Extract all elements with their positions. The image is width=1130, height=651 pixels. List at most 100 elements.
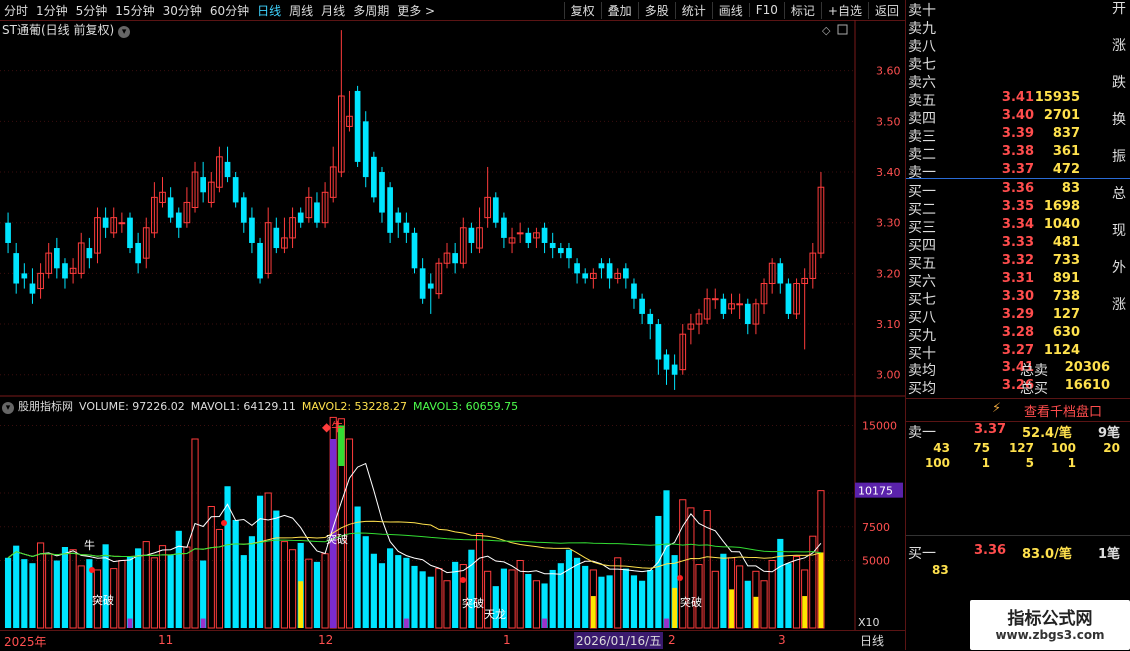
- orderbook-row[interactable]: 卖三 3.39 837: [908, 126, 1128, 145]
- orderbook-row[interactable]: 买五 3.32 733: [908, 253, 1128, 272]
- date-label: 12: [318, 633, 334, 647]
- period-3[interactable]: 15分钟: [111, 2, 158, 19]
- candle-body: [516, 232, 524, 235]
- period-5[interactable]: 60分钟: [206, 2, 253, 19]
- volume-bar: [21, 559, 28, 628]
- ob-volume: 2701: [1043, 108, 1080, 123]
- date-label: 3: [778, 633, 786, 647]
- toolbar-button-4[interactable]: 画线: [711, 1, 749, 19]
- orderbook-row[interactable]: 卖五 3.41 15935: [908, 90, 1128, 109]
- ob-volume: 738: [1052, 289, 1080, 304]
- candle-body: [249, 217, 255, 243]
- candle-body: [387, 187, 393, 233]
- candle-body: [777, 263, 784, 284]
- period-6[interactable]: 日线: [253, 2, 285, 19]
- ask-avg-row: 卖均 3.41 总卖 20306: [908, 360, 1110, 379]
- toolbar-button-5[interactable]: F10: [748, 3, 784, 17]
- signal-bar: [590, 596, 596, 628]
- kline-chart[interactable]: 3.603.503.403.303.203.103.00150001000075…: [0, 20, 905, 630]
- ob-label: 买一: [908, 184, 936, 200]
- orderbook-row[interactable]: 卖四 3.40 2701: [908, 108, 1128, 127]
- last-value-label: 10175: [858, 485, 893, 498]
- main-title: ST通葡(日线 前复权) ▾: [2, 21, 131, 38]
- period-4[interactable]: 30分钟: [159, 2, 206, 19]
- volume-bar: [53, 560, 60, 628]
- signal-bar: [664, 618, 669, 628]
- orderbook-row[interactable]: 买八 3.29 127: [908, 307, 1128, 326]
- ob-price: 3.32: [1001, 253, 1034, 268]
- orderbook-row[interactable]: 买九 3.28 630: [908, 325, 1128, 344]
- orderbook-row[interactable]: 买十 3.27 1124: [908, 343, 1128, 362]
- volume-bar: [273, 510, 280, 628]
- chevron-down-icon[interactable]: ▾: [118, 26, 131, 38]
- period-label: 日线: [860, 634, 885, 648]
- orderbook-row[interactable]: 买一 3.36 83: [908, 181, 1128, 200]
- ob-label: 买七: [908, 292, 936, 308]
- toolbar-button-6[interactable]: 标记: [783, 1, 821, 19]
- candle-body: [175, 212, 182, 228]
- volume-tick: 15000: [862, 420, 897, 433]
- watermark: 指标公式网 www.zbgs3.com: [970, 600, 1130, 650]
- period-0[interactable]: 分时: [0, 2, 32, 19]
- signal-dot: [89, 567, 95, 573]
- volume-bar: [419, 571, 426, 628]
- signal-bar: [802, 596, 808, 628]
- candle-body: [257, 242, 263, 279]
- ob-price: 3.36: [1001, 181, 1034, 196]
- ob-label: 买三: [908, 220, 936, 236]
- period-1[interactable]: 1分钟: [32, 2, 72, 19]
- volume-bar: [468, 549, 475, 628]
- period-8[interactable]: 月线: [317, 2, 349, 19]
- orderbook-row[interactable]: 买三 3.34 1040: [908, 217, 1128, 236]
- toolbar-button-1[interactable]: 叠加: [600, 1, 638, 19]
- toolbar-button-2[interactable]: 多股: [637, 1, 675, 19]
- volume-bar: [354, 506, 361, 628]
- orderbook-panel: 卖十 卖九卖八 卖七 卖六 卖五 3.41 15935 卖四 3.40 2701 卖三 3.39 837…: [905, 0, 1130, 650]
- toolbar-button-7[interactable]: +自选: [820, 1, 868, 19]
- period-7[interactable]: 周线: [285, 2, 317, 19]
- date-axis: 2025年 11 12 1 2 3: [0, 630, 905, 651]
- mavol1-value: MAVOL1: 64129.11: [190, 400, 296, 413]
- volume-bar: [427, 576, 434, 628]
- order-size: 43: [933, 441, 950, 455]
- orderbook-row[interactable]: 卖二 3.38 361: [908, 144, 1128, 163]
- toolbar-button-0[interactable]: 复权: [563, 1, 601, 19]
- orderbook-row[interactable]: 卖九: [908, 18, 1128, 37]
- volume-bar: [720, 553, 727, 628]
- volume-bar: [792, 555, 801, 629]
- orderbook-row[interactable]: 卖十: [908, 0, 1128, 19]
- volume-bar: [4, 557, 12, 628]
- orderbook-row[interactable]: 买四 3.33 481: [908, 235, 1128, 254]
- orderbook-row[interactable]: 卖六: [908, 72, 1128, 91]
- volume-bar: [687, 507, 695, 629]
- orderbook-row[interactable]: 买六 3.31 891: [908, 271, 1128, 290]
- period-10[interactable]: 更多 >: [393, 2, 439, 19]
- candle-body: [468, 227, 475, 243]
- orderbook-row[interactable]: 卖七: [908, 54, 1128, 73]
- signal-bar: [298, 581, 304, 628]
- candle-body: [744, 303, 751, 325]
- side-label: 涨: [1112, 38, 1126, 54]
- ob-label: 卖十: [908, 3, 936, 19]
- candle-body: [452, 253, 458, 264]
- period-2[interactable]: 5分钟: [72, 2, 112, 19]
- orderbook-row[interactable]: 卖八: [908, 36, 1128, 55]
- view-depth-button[interactable]: ⚡ 查看千档盘口: [906, 398, 1130, 422]
- volume-bar: [175, 530, 182, 628]
- sell1-detail: 卖一 3.37 52.4/笔 9笔: [908, 422, 1121, 441]
- chevron-down-icon[interactable]: ▾: [2, 402, 14, 414]
- volume-bar: [387, 548, 394, 628]
- price-tick: 3.20: [876, 267, 901, 280]
- volume-bar: [118, 560, 126, 629]
- ob-label: 卖八: [908, 39, 936, 55]
- candle-body: [379, 172, 385, 213]
- orderbook-row[interactable]: 买七 3.30 738: [908, 289, 1128, 308]
- ob-label: 卖一: [908, 165, 936, 181]
- candle-body: [663, 354, 670, 370]
- price-tick: 3.60: [876, 65, 901, 78]
- volume-bar: [378, 563, 386, 628]
- period-9[interactable]: 多周期: [349, 2, 393, 19]
- toolbar-button-3[interactable]: 统计: [674, 1, 712, 19]
- orderbook-row[interactable]: 买二 3.35 1698: [908, 199, 1128, 218]
- toolbar-button-8[interactable]: 返回: [867, 1, 905, 19]
